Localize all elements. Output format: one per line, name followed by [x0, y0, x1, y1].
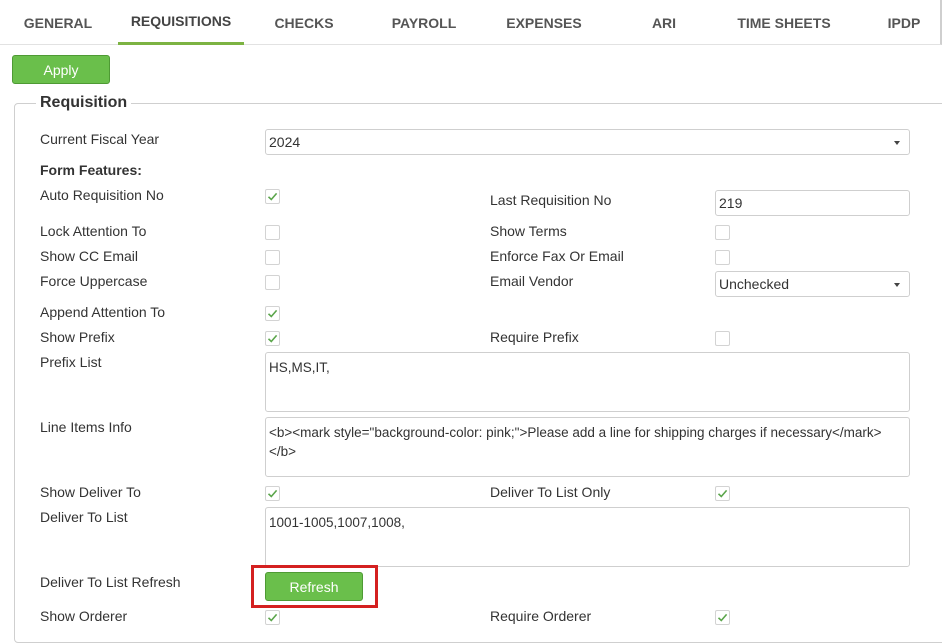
tab-general[interactable]: GENERAL	[14, 0, 102, 45]
last-req-no-value: 219	[719, 195, 743, 211]
show-prefix-label: Show Prefix	[40, 329, 115, 345]
deliver-to-list-textarea[interactable]: 1001-1005,1007,1008,	[265, 507, 910, 567]
show-prefix-checkbox[interactable]	[265, 331, 280, 346]
tab-time-sheets[interactable]: TIME SHEETS	[730, 0, 838, 45]
checkmark-icon	[717, 613, 728, 622]
force-uppercase-label: Force Uppercase	[40, 273, 148, 289]
tab-ipdp[interactable]: IPDP	[878, 0, 930, 45]
append-attention-checkbox[interactable]	[265, 306, 280, 321]
show-deliver-to-label: Show Deliver To	[40, 484, 141, 500]
show-cc-email-label: Show CC Email	[40, 248, 139, 264]
apply-button[interactable]: Apply	[12, 55, 110, 84]
show-terms-checkbox[interactable]	[715, 225, 730, 240]
deliver-refresh-label: Deliver To List Refresh	[40, 574, 181, 590]
checkmark-icon	[267, 613, 278, 622]
checkmark-icon	[267, 309, 278, 318]
checkmark-icon	[267, 489, 278, 498]
show-orderer-checkbox[interactable]	[265, 610, 280, 625]
require-orderer-label: Require Orderer	[490, 608, 592, 624]
section-title: Requisition	[36, 94, 132, 112]
enforce-fax-checkbox[interactable]	[715, 250, 730, 265]
last-req-no-label: Last Requisition No	[490, 192, 612, 208]
tab-checks[interactable]: CHECKS	[262, 0, 346, 45]
email-vendor-label: Email Vendor	[490, 273, 574, 289]
show-deliver-to-checkbox[interactable]	[265, 486, 280, 501]
tab-bar: GENERAL REQUISITIONS CHECKS PAYROLL EXPE…	[0, 0, 942, 45]
line-items-textarea[interactable]: <b><mark style="background-color: pink;"…	[265, 417, 910, 477]
require-orderer-checkbox[interactable]	[715, 610, 730, 625]
checkmark-icon	[717, 489, 728, 498]
fiscal-year-value: 2024	[269, 134, 301, 150]
refresh-button[interactable]: Refresh	[265, 572, 363, 601]
tab-payroll[interactable]: PAYROLL	[380, 0, 468, 45]
enforce-fax-label: Enforce Fax Or Email	[490, 248, 624, 264]
tab-expenses[interactable]: EXPENSES	[498, 0, 590, 45]
lock-attention-checkbox[interactable]	[265, 225, 280, 240]
caret-down-icon	[894, 283, 900, 287]
auto-req-no-checkbox[interactable]	[265, 189, 280, 204]
fiscal-year-label: Current Fiscal Year	[40, 131, 160, 147]
line-items-label: Line Items Info	[40, 419, 132, 435]
prefix-list-label: Prefix List	[40, 354, 102, 370]
append-attention-label: Append Attention To	[40, 304, 166, 320]
fiscal-year-select[interactable]: 2024	[265, 129, 910, 155]
form-features-label: Form Features:	[40, 162, 142, 178]
tab-ari[interactable]: ARI	[640, 0, 688, 45]
email-vendor-select[interactable]: Unchecked	[715, 271, 910, 297]
show-cc-email-checkbox[interactable]	[265, 250, 280, 265]
last-req-no-input[interactable]: 219	[715, 190, 910, 216]
email-vendor-value: Unchecked	[719, 276, 790, 292]
force-uppercase-checkbox[interactable]	[265, 275, 280, 290]
tab-requisitions[interactable]: REQUISITIONS	[118, 0, 244, 45]
show-terms-label: Show Terms	[490, 223, 567, 239]
prefix-list-textarea[interactable]: HS,MS,IT,	[265, 352, 910, 412]
deliver-to-list-label: Deliver To List	[40, 509, 128, 525]
checkmark-icon	[267, 192, 278, 201]
require-prefix-label: Require Prefix	[490, 329, 579, 345]
checkmark-icon	[267, 334, 278, 343]
show-orderer-label: Show Orderer	[40, 608, 128, 624]
auto-req-no-label: Auto Requisition No	[40, 187, 164, 203]
deliver-list-only-label: Deliver To List Only	[490, 484, 611, 500]
require-prefix-checkbox[interactable]	[715, 331, 730, 346]
caret-down-icon	[894, 141, 900, 145]
deliver-list-only-checkbox[interactable]	[715, 486, 730, 501]
lock-attention-label: Lock Attention To	[40, 223, 147, 239]
